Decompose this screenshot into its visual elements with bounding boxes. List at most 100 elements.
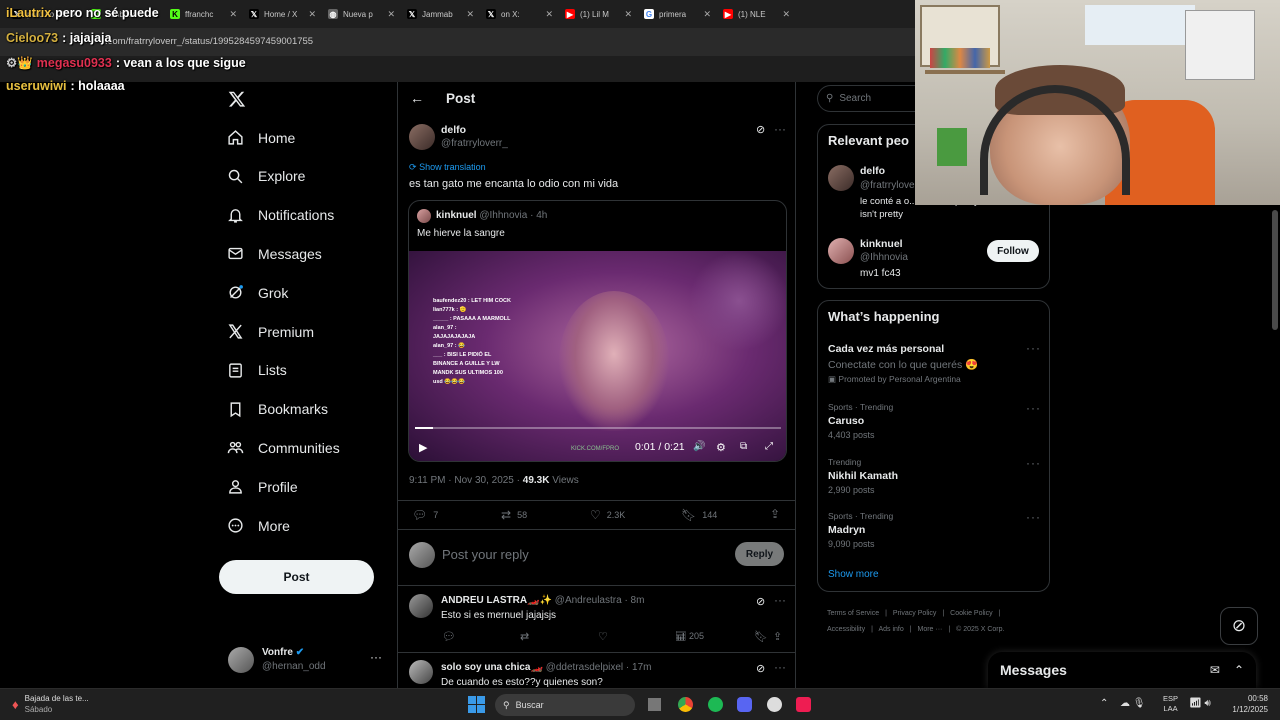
footer-link[interactable]: Accessibility bbox=[827, 626, 865, 633]
avatar[interactable] bbox=[409, 660, 433, 684]
x-logo-icon[interactable] bbox=[228, 90, 246, 113]
author-handle[interactable]: @fratrryloverr_ bbox=[441, 138, 508, 149]
reply-stat[interactable]: 💬︎ 7 bbox=[412, 508, 438, 522]
windows-start-icon[interactable] bbox=[468, 696, 485, 713]
close-tab-icon[interactable]: ✕ bbox=[782, 9, 790, 20]
discord-icon[interactable] bbox=[737, 697, 752, 712]
more-options-icon[interactable]: ··· bbox=[1026, 456, 1041, 470]
more-options-icon[interactable]: ··· bbox=[1026, 510, 1041, 524]
views-stat[interactable]: 📊︎ 205 bbox=[675, 631, 704, 642]
trend-item[interactable]: Sports · Trending Madryn 9,090 posts bbox=[828, 511, 893, 549]
trend-item[interactable]: Sports · Trending Caruso 4,403 posts bbox=[828, 402, 893, 440]
avatar[interactable] bbox=[409, 594, 433, 618]
relevant-name[interactable]: kinknuel bbox=[860, 238, 903, 250]
share-icon[interactable]: ⇪ bbox=[770, 507, 780, 521]
nav-item-grok[interactable]: Grok bbox=[227, 284, 288, 301]
pip-icon[interactable]: ⧉ bbox=[740, 441, 747, 452]
share-icon[interactable]: ⇪ bbox=[773, 630, 782, 643]
reply-icon[interactable]: 💬︎ bbox=[442, 630, 456, 643]
grok-icon[interactable]: ⊘ bbox=[756, 123, 765, 136]
reply-author-handle[interactable]: @ddetrasdelpixel bbox=[546, 662, 623, 673]
avatar[interactable] bbox=[828, 165, 854, 191]
close-tab-icon[interactable]: ✕ bbox=[624, 9, 632, 20]
close-tab-icon[interactable]: ✕ bbox=[387, 9, 395, 20]
chrome-icon[interactable] bbox=[678, 697, 693, 712]
bookmark-icon[interactable]: 🔖︎ bbox=[754, 630, 768, 643]
browser-tab[interactable]: ▶ (1) Lil M ✕ bbox=[559, 3, 638, 25]
more-icon[interactable]: ··· bbox=[370, 650, 382, 664]
reply-button[interactable]: Reply bbox=[735, 542, 784, 566]
show-more-link[interactable]: Show more bbox=[828, 569, 879, 580]
nav-item-messages[interactable]: Messages bbox=[227, 245, 322, 262]
messages-drawer[interactable]: Messages ✉ ⌃ bbox=[988, 652, 1256, 688]
nav-item-notifications[interactable]: Notifications bbox=[227, 207, 334, 224]
reply-author-handle[interactable]: @Andreulastra bbox=[555, 595, 622, 606]
close-tab-icon[interactable]: ✕ bbox=[703, 9, 711, 20]
clock[interactable]: 00:58 1/12/2025 bbox=[1222, 693, 1268, 715]
more-options-icon[interactable]: ··· bbox=[774, 593, 786, 607]
post-button[interactable]: Post bbox=[219, 560, 374, 594]
settings-icon[interactable]: ⚙ bbox=[716, 441, 726, 454]
heart-icon[interactable]: ♡ bbox=[598, 630, 608, 643]
close-tab-icon[interactable]: ✕ bbox=[308, 9, 316, 20]
close-tab-icon[interactable]: ✕ bbox=[545, 9, 553, 20]
footer-link[interactable]: More ··· bbox=[918, 626, 943, 633]
nav-item-more[interactable]: More bbox=[227, 517, 290, 534]
like-stat[interactable]: ♡ 2.3K bbox=[590, 508, 625, 522]
show-translation-link[interactable]: ⟳ Show translation bbox=[409, 162, 486, 173]
tiktok-icon[interactable] bbox=[796, 697, 811, 712]
expand-icon[interactable]: ⌃ bbox=[1234, 663, 1244, 677]
obs-icon[interactable] bbox=[767, 697, 782, 712]
scrollbar[interactable] bbox=[1272, 210, 1278, 330]
reply-author-name[interactable]: ANDREU LASTRA🏎️✨ bbox=[441, 595, 552, 606]
trend-item[interactable]: Cada vez más personal Conectate con lo q… bbox=[828, 343, 978, 385]
relevant-handle[interactable]: @Ihhnovia bbox=[860, 252, 908, 263]
browser-tab[interactable]: 𝕏on X: ✕ bbox=[480, 3, 559, 25]
more-options-icon[interactable]: ··· bbox=[1026, 341, 1041, 355]
spotify-icon[interactable] bbox=[708, 697, 723, 712]
play-icon[interactable]: ▶ bbox=[419, 441, 427, 454]
avatar[interactable] bbox=[828, 238, 854, 264]
grok-icon[interactable]: ⊘ bbox=[756, 595, 765, 608]
avatar[interactable] bbox=[409, 124, 435, 150]
relevant-handle[interactable]: @fratrryloverr_ bbox=[860, 180, 915, 191]
nav-item-home[interactable]: Home bbox=[227, 129, 295, 146]
repost-icon[interactable]: ⇄ bbox=[520, 630, 529, 643]
browser-tab[interactable]: Kffranchc ✕ bbox=[164, 3, 243, 25]
more-options-icon[interactable]: ··· bbox=[774, 660, 786, 674]
url-text[interactable]: .com/fratrryloverr_/status/1995284597459… bbox=[105, 36, 313, 47]
close-tab-icon[interactable]: ✕ bbox=[466, 9, 474, 20]
relevant-name[interactable]: delfo bbox=[860, 165, 885, 177]
video-progress-track[interactable] bbox=[415, 427, 781, 429]
quoted-post[interactable]: kinknuel @Ihhnovia · 4h Me hierve la san… bbox=[408, 200, 787, 462]
more-options-icon[interactable]: ··· bbox=[1026, 401, 1041, 415]
follow-button[interactable]: Follow bbox=[987, 240, 1039, 262]
taskbar-search[interactable]: ⚲ Buscar bbox=[495, 694, 635, 716]
nav-item-explore[interactable]: Explore bbox=[227, 168, 305, 185]
bookmark-stat[interactable]: 🔖︎ 144 bbox=[681, 508, 717, 522]
new-message-icon[interactable]: ✉ bbox=[1210, 663, 1220, 677]
reply-input[interactable]: Post your reply bbox=[442, 547, 529, 562]
account-switcher[interactable]: Vonfre ✔ @hernan_odd bbox=[228, 646, 326, 674]
footer-link[interactable]: Privacy Policy bbox=[893, 610, 937, 617]
task-view-icon[interactable] bbox=[648, 698, 661, 711]
nav-item-profile[interactable]: Profile bbox=[227, 478, 298, 495]
footer-link[interactable]: Ads info bbox=[878, 626, 903, 633]
grok-icon[interactable]: ⊘ bbox=[1220, 607, 1258, 645]
trend-item[interactable]: Trending Nikhil Kamath 2,990 posts bbox=[828, 457, 898, 495]
footer-link[interactable]: Terms of Service bbox=[827, 610, 879, 617]
tray-chevron-icon[interactable]: ⌃ bbox=[1100, 698, 1108, 709]
browser-tab[interactable]: 𝕏 Home / X ✕ bbox=[243, 3, 322, 25]
fullscreen-icon[interactable]: ⤢ bbox=[765, 441, 773, 452]
browser-tab[interactable]: Gprimera ✕ bbox=[638, 3, 717, 25]
grok-icon[interactable]: ⊘ bbox=[756, 662, 765, 675]
back-arrow-icon[interactable]: ← bbox=[410, 90, 424, 106]
language-indicator[interactable]: ESP LAA bbox=[1163, 694, 1178, 714]
footer-link[interactable]: Cookie Policy bbox=[950, 610, 992, 617]
nav-item-premium[interactable]: Premium bbox=[227, 323, 314, 340]
address-bar[interactable]: .com/fratrryloverr_/status/1995284597459… bbox=[0, 28, 915, 56]
browser-tab[interactable]: 𝕏 Jammab ✕ bbox=[401, 3, 480, 25]
nav-item-communities[interactable]: Communities bbox=[227, 439, 340, 456]
nav-item-bookmarks[interactable]: Bookmarks bbox=[227, 401, 328, 418]
search-box[interactable]: ⚲ Search bbox=[817, 85, 917, 112]
